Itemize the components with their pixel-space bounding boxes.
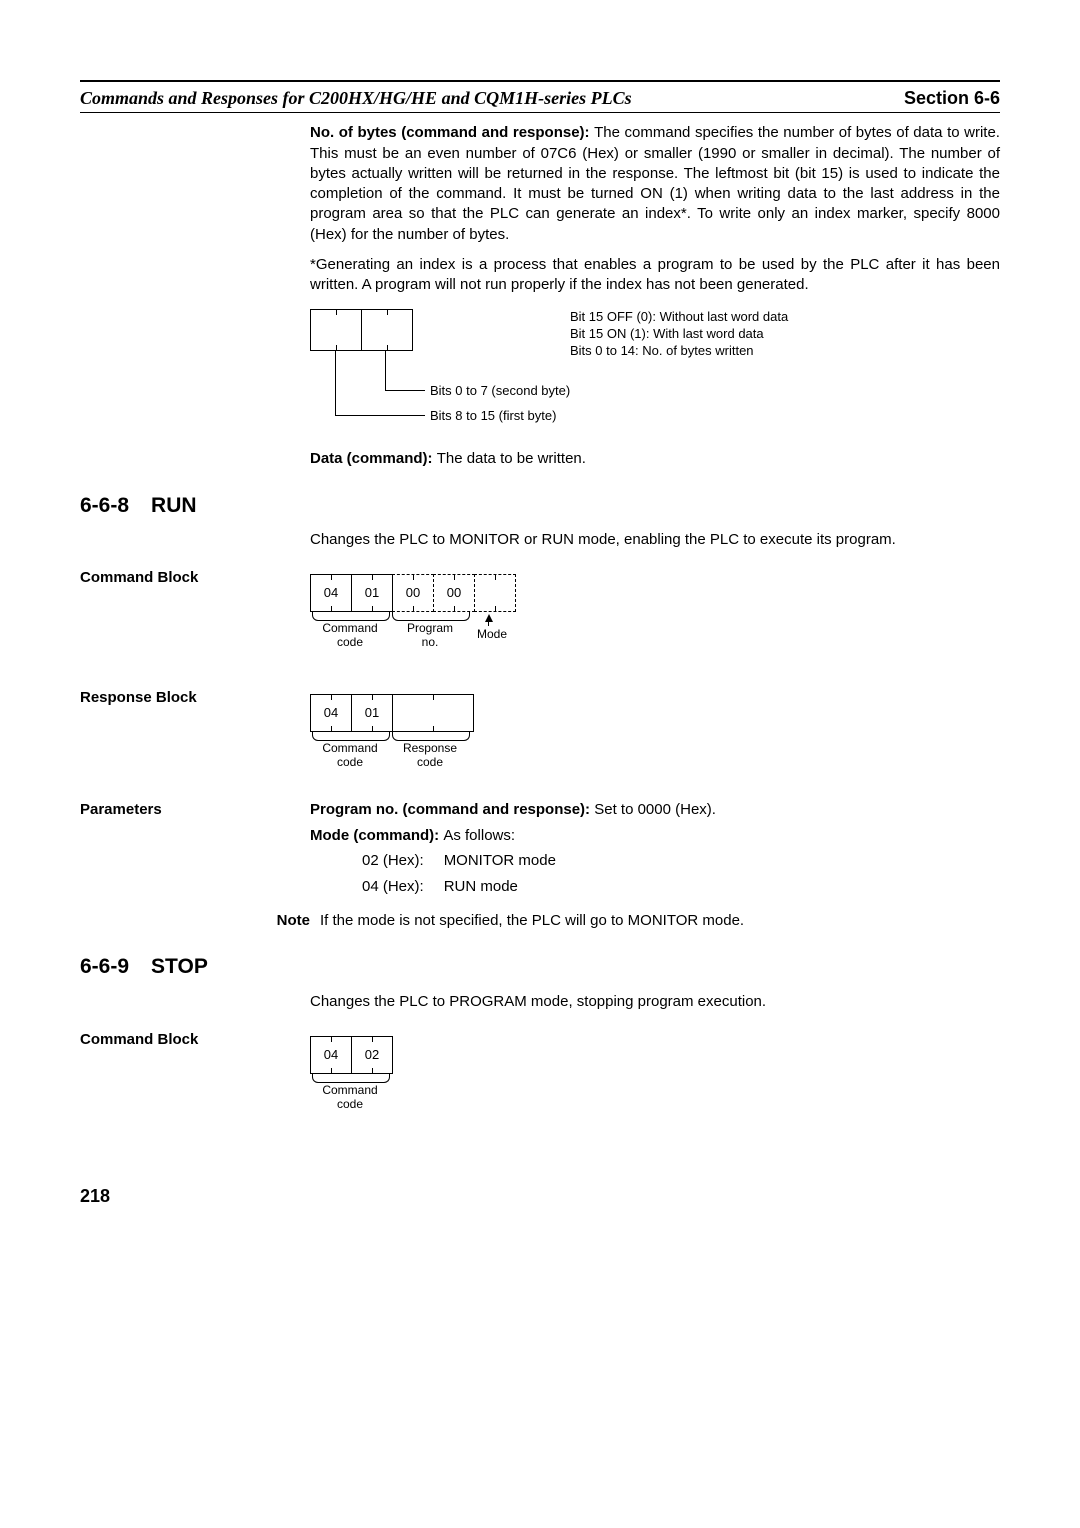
intro-para-1: No. of bytes (command and response): The… bbox=[310, 123, 1000, 245]
byte-diagram: Bits 0 to 7 (second byte) Bits 8 to 15 (… bbox=[310, 309, 1000, 439]
intro-para-3: Data (command): The data to be written. bbox=[310, 449, 1000, 469]
cmd669-l1: Command code bbox=[310, 1084, 390, 1112]
stop-command-block-diagram: 04 02 Command code bbox=[310, 1036, 1000, 1118]
params-line1: Program no. (command and response): Set … bbox=[310, 800, 1000, 820]
cmd668-l1: Command code bbox=[310, 622, 390, 650]
diag-sidetext: Bit 15 OFF (0): Without last word data B… bbox=[570, 309, 788, 360]
section-title-668: RUN bbox=[151, 492, 197, 520]
section-heading-669: 6-6-9 STOP bbox=[80, 953, 1000, 981]
cmd668-l2: Program no. bbox=[390, 622, 470, 650]
params-line1-bold: Program no. (command and response): bbox=[310, 801, 594, 818]
sec668-desc: Changes the PLC to MONITOR or RUN mode, … bbox=[310, 530, 1000, 550]
header-right: Section 6-6 bbox=[904, 86, 1000, 110]
diag-side1: Bit 15 OFF (0): Without last word data bbox=[570, 309, 788, 326]
cmd669-c1: 04 bbox=[324, 1046, 338, 1064]
sec669-desc: Changes the PLC to PROGRAM mode, stoppin… bbox=[310, 992, 1000, 1012]
top-rule-thick bbox=[80, 80, 1000, 82]
cmd668-c1: 04 bbox=[324, 584, 338, 602]
note-label: Note bbox=[80, 911, 320, 931]
label-parameters-668: Parameters bbox=[80, 800, 310, 901]
intro-para-2: *Generating an index is a process that e… bbox=[310, 255, 1000, 296]
diag-side3: Bits 0 to 14: No. of bytes written bbox=[570, 343, 788, 360]
intro-para-3-bold: Data (command): bbox=[310, 450, 437, 467]
section-num-669: 6-6-9 bbox=[80, 953, 129, 981]
section-title-669: STOP bbox=[151, 953, 208, 981]
params-line2-text: As follows: bbox=[443, 827, 515, 844]
resp668-c1: 04 bbox=[324, 704, 338, 722]
cmd668-l3: Mode bbox=[472, 628, 512, 642]
cmd669-c2: 02 bbox=[365, 1046, 379, 1064]
section-num-668: 6-6-8 bbox=[80, 492, 129, 520]
mode-table: 02 (Hex):MONITOR mode 04 (Hex):RUN mode bbox=[360, 847, 576, 902]
cmd668-c4: 00 bbox=[447, 584, 461, 602]
diag-side2: Bit 15 ON (1): With last word data bbox=[570, 326, 788, 343]
diag-lab-bits-8-15: Bits 8 to 15 (first byte) bbox=[430, 407, 556, 425]
top-rule-thin bbox=[80, 112, 1000, 113]
diag-lab-bits-0-7: Bits 0 to 7 (second byte) bbox=[430, 382, 570, 400]
cmd668-c3: 00 bbox=[406, 584, 420, 602]
note-row-668: Note If the mode is not specified, the P… bbox=[80, 911, 1000, 931]
intro-para-1-bold: No. of bytes (command and response): bbox=[310, 124, 594, 141]
note-text: If the mode is not specified, the PLC wi… bbox=[320, 911, 1000, 931]
mode-02-hex: 02 (Hex): bbox=[362, 849, 442, 873]
section-heading-668: 6-6-8 RUN bbox=[80, 492, 1000, 520]
run-response-block-diagram: 04 01 Command code Response code bbox=[310, 694, 1000, 776]
run-command-block-diagram: 04 01 00 00 Command code Program no. Mod… bbox=[310, 574, 1000, 664]
mode-04-desc: RUN mode bbox=[444, 875, 574, 899]
mode-02-desc: MONITOR mode bbox=[444, 849, 574, 873]
params-line2: Mode (command): As follows: bbox=[310, 826, 1000, 846]
resp668-l2: Response code bbox=[390, 742, 470, 770]
resp668-l1: Command code bbox=[310, 742, 390, 770]
label-command-block-668: Command Block bbox=[80, 568, 310, 670]
resp668-c2: 01 bbox=[365, 704, 379, 722]
label-response-block-668: Response Block bbox=[80, 688, 310, 782]
params-line1-text: Set to 0000 (Hex). bbox=[594, 801, 716, 818]
intro-para-3-text: The data to be written. bbox=[437, 450, 586, 467]
intro-para-1-text: The command specifies the number of byte… bbox=[310, 124, 1000, 242]
header-left: Commands and Responses for C200HX/HG/HE … bbox=[80, 86, 632, 110]
params-line2-bold: Mode (command): bbox=[310, 827, 443, 844]
mode-04-hex: 04 (Hex): bbox=[362, 875, 442, 899]
cmd668-c2: 01 bbox=[365, 584, 379, 602]
page-header: Commands and Responses for C200HX/HG/HE … bbox=[80, 86, 1000, 110]
label-command-block-669: Command Block bbox=[80, 1030, 310, 1124]
page-number: 218 bbox=[80, 1184, 1000, 1208]
